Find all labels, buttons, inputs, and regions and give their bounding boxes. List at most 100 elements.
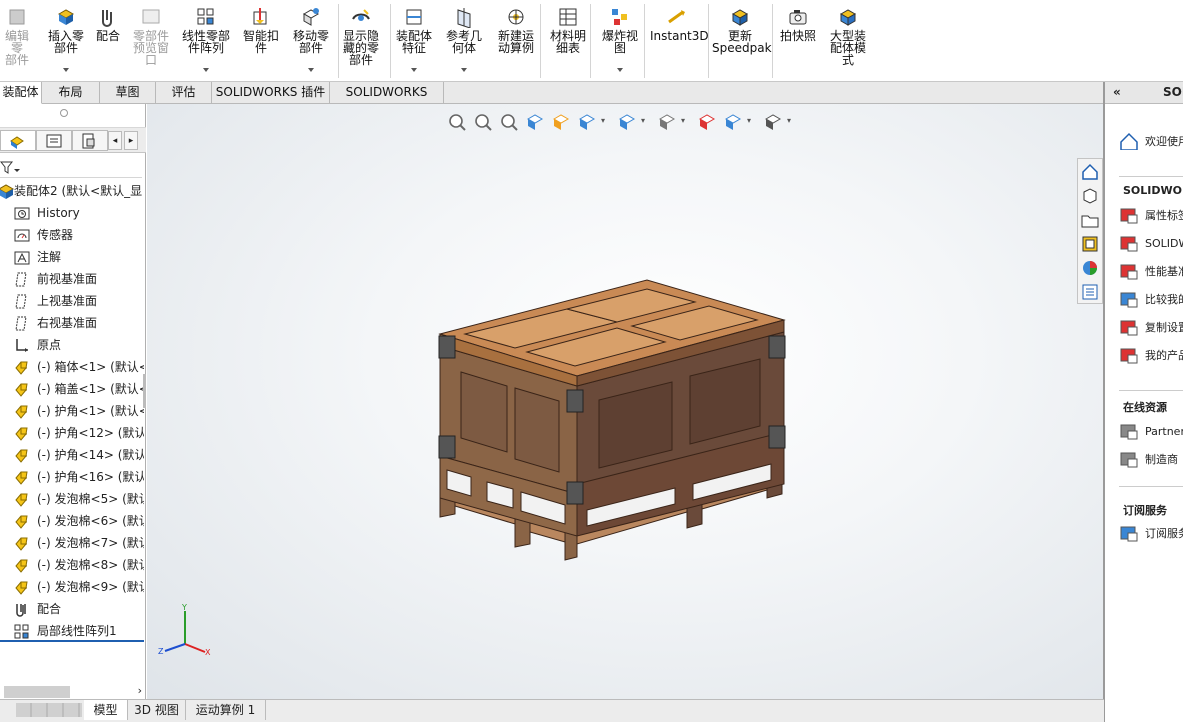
chevron-down-icon[interactable]: ▾ bbox=[747, 116, 751, 125]
tree-item[interactable]: 上视基准面 bbox=[0, 290, 144, 312]
graphics-area[interactable]: X Y Z ▾ ▾ ▾ ▾ ▾ ⎕ ⎕ – ❐ ✕ bbox=[147, 104, 1103, 699]
tree-item[interactable]: 右视基准面 bbox=[0, 312, 144, 334]
side-panel[interactable] bbox=[514, 387, 560, 473]
scroll-thumb[interactable] bbox=[4, 686, 70, 698]
tab-3[interactable]: 评估 bbox=[156, 82, 212, 104]
panel-grip-icon[interactable] bbox=[60, 109, 68, 117]
dynamic-annotation-button[interactable] bbox=[551, 112, 573, 132]
ribbon-button-show-hidden[interactable]: 显示隐 藏的零 部件 bbox=[340, 2, 382, 80]
corner-protector[interactable] bbox=[768, 335, 786, 359]
ribbon-button-mate[interactable]: 配合 bbox=[92, 2, 124, 80]
filter-field[interactable] bbox=[0, 156, 142, 178]
dropdown-arrow-icon[interactable] bbox=[411, 68, 417, 72]
custom-properties-tab[interactable] bbox=[1080, 282, 1100, 302]
bottom-tab-0[interactable]: 模型 bbox=[84, 700, 128, 720]
tree-item[interactable]: (-) 发泡棉<5> (默认 bbox=[0, 488, 144, 510]
tree-item[interactable]: (-) 箱体<1> (默认< bbox=[0, 356, 144, 378]
tab-4[interactable]: SOLIDWORKS 插件 bbox=[212, 82, 330, 104]
tree-item[interactable]: (-) 箱盖<1> (默认< bbox=[0, 378, 144, 400]
tab-0[interactable]: 装配体 bbox=[0, 82, 42, 104]
ribbon-button-bom[interactable]: 材料明 细表 bbox=[546, 2, 590, 80]
edit-appearance-button[interactable] bbox=[697, 112, 719, 132]
welcome-link[interactable]: 欢迎使用 bbox=[1119, 132, 1183, 150]
tab-scroll-right-button[interactable]: ▸ bbox=[124, 131, 138, 150]
corner-protector[interactable] bbox=[566, 389, 584, 413]
ribbon-button-smart-fastener[interactable]: 智能扣 件 bbox=[238, 2, 284, 80]
tile-left-button[interactable]: ⎕ bbox=[971, 104, 991, 110]
tree-item[interactable]: (-) 护角<14> (默认 bbox=[0, 444, 144, 466]
ribbon-button-instant3d[interactable]: Instant3D bbox=[650, 2, 709, 80]
dropdown-arrow-icon[interactable] bbox=[63, 68, 69, 72]
bottom-tab-2[interactable]: 运动算例 1 bbox=[186, 700, 266, 720]
tree-item[interactable]: (-) 发泡棉<7> (默认 bbox=[0, 532, 144, 554]
tree-root-assembly[interactable]: 装配体2 (默认<默认_显 bbox=[0, 180, 144, 202]
corner-protector[interactable] bbox=[768, 425, 786, 449]
design-library-tab[interactable] bbox=[1080, 186, 1100, 206]
view-settings-button[interactable]: ▾ bbox=[763, 112, 797, 132]
crate-model[interactable]: X Y Z bbox=[147, 104, 1103, 699]
tile-right-button[interactable]: ⎕ bbox=[997, 104, 1017, 110]
task-pane-link[interactable]: 性能基准 bbox=[1119, 262, 1183, 280]
tree-item[interactable]: 局部线性阵列1 bbox=[0, 620, 144, 642]
restore-button[interactable]: ❐ bbox=[1049, 104, 1069, 110]
ribbon-button-snapshot[interactable]: 拍快照 bbox=[776, 2, 820, 80]
tree-item[interactable]: (-) 发泡棉<6> (默认 bbox=[0, 510, 144, 532]
ribbon-button-large-assembly[interactable]: 大型装 配体模 式 bbox=[826, 2, 870, 80]
ribbon-button-edit-component[interactable]: 编辑零 部件 bbox=[0, 2, 34, 80]
task-pane-link[interactable]: Partner bbox=[1119, 422, 1183, 440]
side-panel[interactable] bbox=[460, 371, 508, 453]
apply-scene-button[interactable]: ▾ bbox=[723, 112, 757, 132]
property-manager-tab[interactable] bbox=[36, 130, 72, 151]
chevron-down-icon[interactable]: ▾ bbox=[641, 116, 645, 125]
corner-protector[interactable] bbox=[438, 335, 456, 359]
scroll-right-arrow-icon[interactable]: › bbox=[138, 684, 142, 697]
previous-view-button[interactable] bbox=[499, 112, 521, 132]
tab-1[interactable]: 布局 bbox=[42, 82, 100, 104]
task-pane-link[interactable]: 属性标签 bbox=[1119, 206, 1183, 224]
close-button[interactable]: ✕ bbox=[1075, 104, 1095, 110]
dropdown-arrow-icon[interactable] bbox=[308, 68, 314, 72]
ribbon-button-linear-pattern[interactable]: 线性零部 件阵列 bbox=[178, 2, 234, 80]
chevron-down-icon[interactable]: ▾ bbox=[681, 116, 685, 125]
task-pane-link[interactable]: 我的产品 bbox=[1119, 346, 1183, 364]
chevron-down-icon[interactable]: ▾ bbox=[601, 116, 605, 125]
ribbon-button-speedpak[interactable]: 更新 Speedpak bbox=[712, 2, 772, 80]
display-style-button[interactable]: ▾ bbox=[617, 112, 651, 132]
tree-item[interactable]: (-) 护角<16> (默认 bbox=[0, 466, 144, 488]
corner-protector[interactable] bbox=[566, 481, 584, 505]
ribbon-button-move-component[interactable]: 移动零 部件 bbox=[288, 2, 334, 80]
tree-horizontal-scrollbar[interactable]: › bbox=[4, 684, 142, 698]
tree-item[interactable]: (-) 护角<1> (默认< bbox=[0, 400, 144, 422]
task-pane-link[interactable]: 复制设置 bbox=[1119, 318, 1183, 336]
bottom-nav-arrows[interactable] bbox=[16, 703, 82, 717]
configuration-manager-tab[interactable] bbox=[72, 130, 108, 151]
minimize-button[interactable]: – bbox=[1023, 104, 1043, 110]
view-palette-tab[interactable] bbox=[1080, 234, 1100, 254]
task-pane-link[interactable]: SOLIDW bbox=[1119, 234, 1183, 252]
home-tab[interactable] bbox=[1080, 162, 1100, 182]
tree-item[interactable]: 注解 bbox=[0, 246, 144, 268]
rollback-bar[interactable] bbox=[0, 640, 144, 642]
section-view-button[interactable] bbox=[525, 112, 547, 132]
tab-2[interactable]: 草图 bbox=[100, 82, 156, 104]
ribbon-button-insert-component[interactable]: 插入零 部件 bbox=[46, 2, 86, 80]
dropdown-arrow-icon[interactable] bbox=[617, 68, 623, 72]
corner-protector[interactable] bbox=[438, 435, 456, 459]
tree-item[interactable]: 原点 bbox=[0, 334, 144, 356]
hide-show-items-button[interactable]: ▾ bbox=[657, 112, 691, 132]
feature-manager-tab[interactable] bbox=[0, 130, 36, 151]
chevron-down-icon[interactable]: ▾ bbox=[787, 116, 791, 125]
ribbon-button-assembly-feature[interactable]: 装配体 特征 bbox=[392, 2, 436, 80]
tree-item[interactable]: (-) 发泡棉<8> (默认 bbox=[0, 554, 144, 576]
zoom-to-fit-button[interactable] bbox=[447, 112, 469, 132]
tree-item[interactable]: (-) 护角<12> (默认 bbox=[0, 422, 144, 444]
dropdown-arrow-icon[interactable] bbox=[203, 68, 209, 72]
dropdown-arrow-icon[interactable] bbox=[461, 68, 467, 72]
task-pane-link[interactable]: 比较我的 bbox=[1119, 290, 1183, 308]
tree-item[interactable]: (-) 发泡棉<9> (默认 bbox=[0, 576, 144, 598]
tree-vertical-scroll-marker[interactable] bbox=[143, 374, 146, 408]
appearances-tab[interactable] bbox=[1080, 258, 1100, 278]
zoom-to-area-button[interactable] bbox=[473, 112, 495, 132]
task-pane-link[interactable]: 订阅服务 bbox=[1119, 524, 1183, 542]
ribbon-button-exploded-view[interactable]: 爆炸视 图 bbox=[598, 2, 642, 80]
